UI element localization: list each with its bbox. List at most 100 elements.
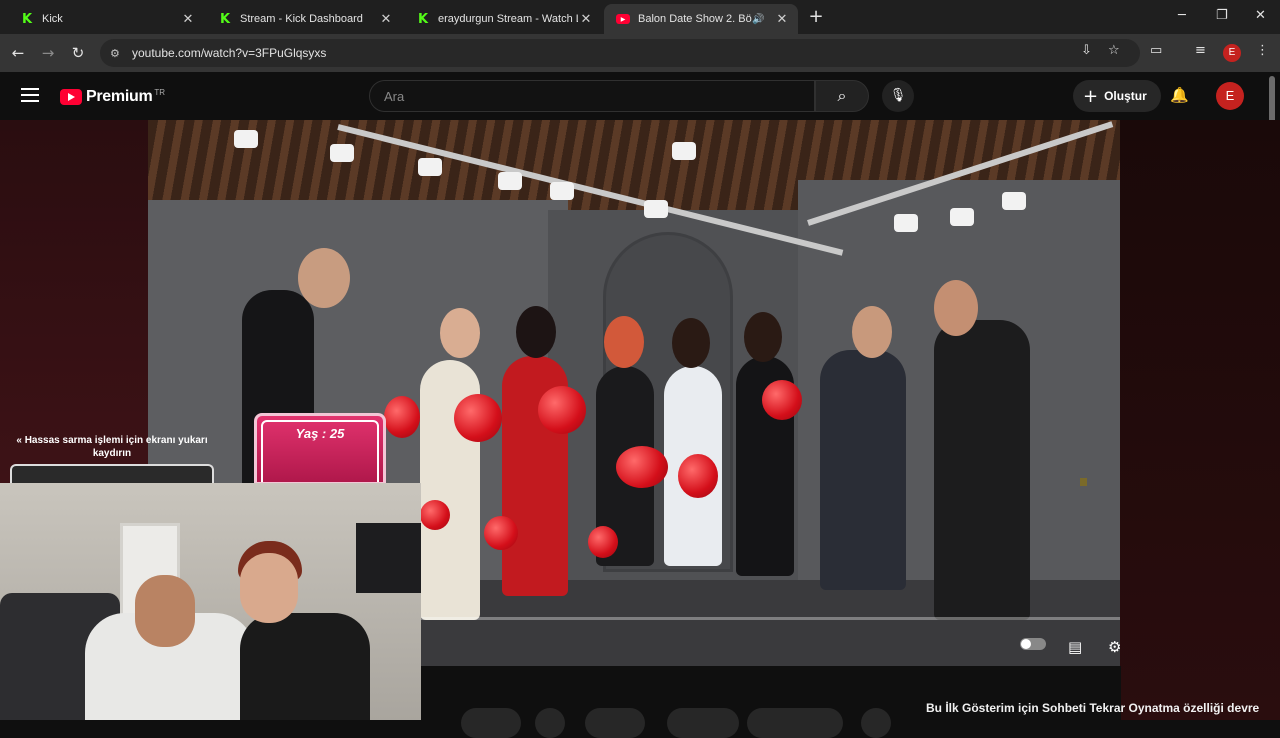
person-head (852, 306, 892, 358)
speaker-icon[interactable]: 🔊 (752, 14, 768, 25)
back-button[interactable]: ← (8, 43, 28, 63)
spotlight (894, 214, 918, 232)
media-controls-icon[interactable]: ≡ (1195, 43, 1206, 58)
browser-menu-icon[interactable]: ⋮ (1256, 43, 1269, 58)
bookmark-star-icon[interactable]: ☆ (1108, 43, 1120, 58)
ambient-right (1120, 120, 1280, 720)
settings-gear-icon[interactable]: ⚙ (1108, 638, 1120, 656)
spotlight (644, 200, 668, 218)
spotlight (330, 144, 354, 162)
close-icon[interactable]: ✕ (578, 12, 594, 27)
action-button[interactable] (535, 708, 565, 738)
red-balloon (454, 394, 502, 442)
red-balloon (616, 446, 668, 488)
microphone-icon: 🎙 (889, 88, 907, 103)
youtube-play-icon (60, 89, 82, 105)
browser-tab[interactable]: K Stream - Kick Dashboard ✕ (206, 4, 402, 34)
youtube-icon: ▶ (616, 14, 630, 24)
person-head (672, 318, 710, 368)
action-button[interactable] (585, 708, 645, 738)
red-balloon (384, 396, 420, 438)
browser-tab[interactable]: K Kick ✕ (8, 4, 204, 34)
channel-watermark-icon (1080, 478, 1087, 486)
webcam-person (240, 613, 370, 720)
logo-text: Premium (86, 88, 153, 105)
browser-tab[interactable]: K eraydurgun Stream - Watch Live ✕ (404, 4, 602, 34)
youtube-logo[interactable]: Premium TR (60, 88, 165, 106)
create-label: Oluştur (1104, 89, 1147, 103)
tab-title: eraydurgun Stream - Watch Live (438, 13, 578, 25)
spotlight (498, 172, 522, 190)
address-bar[interactable]: ⚙ youtube.com/watch?v=3FPuGlqsyxs (100, 39, 1140, 67)
red-balloon (484, 516, 518, 550)
webcam-tv (356, 523, 421, 593)
restore-icon[interactable]: ❐ (1216, 8, 1228, 23)
contestant (820, 350, 906, 590)
create-button[interactable]: + Oluştur (1073, 80, 1161, 112)
age-card-text: Yaş : 25 (295, 426, 345, 441)
close-icon[interactable]: ✕ (378, 12, 394, 27)
red-balloon (420, 500, 450, 530)
search-input[interactable] (369, 80, 815, 112)
logo-region: TR (154, 87, 166, 97)
autoplay-toggle[interactable] (1020, 638, 1046, 650)
close-icon[interactable]: ✕ (774, 12, 790, 27)
video-progress-bar[interactable] (420, 617, 1120, 620)
url-text: youtube.com/watch?v=3FPuGlqsyxs (132, 46, 327, 60)
action-button[interactable] (667, 708, 739, 738)
notifications-bell-icon[interactable]: 🔔 (1170, 86, 1189, 104)
kick-icon: K (417, 11, 429, 27)
spotlight (234, 130, 258, 148)
person-head (516, 306, 556, 358)
red-balloon (678, 454, 718, 498)
person-head (934, 280, 978, 336)
account-avatar[interactable]: E (1216, 82, 1244, 110)
plus-icon: + (1083, 85, 1099, 107)
site-info-icon[interactable]: ⚙ (110, 47, 126, 60)
youtube-header: Premium TR ⌕ 🎙 + Oluştur 🔔 E (0, 72, 1280, 120)
minimize-icon[interactable]: ─ (1178, 8, 1186, 23)
chat-replay-notice: Bu İlk Gösterim için Sohbeti Tekrar Oyna… (926, 701, 1260, 715)
browser-tab-strip: K Kick ✕ K Stream - Kick Dashboard ✕ K e… (0, 0, 1280, 34)
streamer-webcam (0, 483, 421, 720)
tab-title: Kick (42, 13, 63, 25)
kick-icon: K (219, 11, 231, 27)
like-button[interactable] (747, 708, 843, 738)
person-head (298, 248, 350, 308)
install-app-icon[interactable]: ⇩ (1081, 43, 1092, 58)
red-balloon (538, 386, 586, 434)
search-button[interactable]: ⌕ (815, 80, 869, 112)
spotlight (418, 158, 442, 176)
person-head (440, 308, 480, 358)
person-head (604, 316, 644, 368)
scroll-hint: « Hassas sarma işlemi için ekranı yukarı… (16, 435, 208, 459)
spotlight (550, 182, 574, 200)
browser-toolbar: ← → ↻ ⚙ youtube.com/watch?v=3FPuGlqsyxs … (0, 34, 1280, 72)
tab-title: Balon Date Show 2. Bölüm (638, 13, 752, 25)
reload-button[interactable]: ↻ (68, 43, 88, 63)
window-close-icon[interactable]: ✕ (1255, 8, 1266, 23)
browser-tab-active[interactable]: ▶ Balon Date Show 2. Bölüm 🔊 ✕ (604, 4, 798, 34)
age-card-overlay: Yaş : 25 (254, 413, 386, 485)
menu-icon[interactable] (21, 88, 39, 102)
browser-profile-avatar[interactable]: E (1223, 44, 1241, 62)
spotlight (1002, 192, 1026, 210)
person-head (744, 312, 782, 362)
spotlight (950, 208, 974, 226)
kick-icon: K (21, 11, 33, 27)
contestant (934, 320, 1030, 620)
forward-button[interactable]: → (38, 43, 58, 63)
tab-title: Stream - Kick Dashboard (240, 13, 363, 25)
cast-icon[interactable]: ▭ (1150, 43, 1162, 58)
new-tab-button[interactable]: + (806, 7, 826, 27)
webcam-person-head (240, 553, 298, 623)
red-balloon (588, 526, 618, 558)
subtitles-icon[interactable]: ▤ (1068, 638, 1082, 656)
close-icon[interactable]: ✕ (180, 12, 196, 27)
voice-search-button[interactable]: 🎙 (882, 80, 914, 112)
red-balloon (762, 380, 802, 420)
more-button[interactable] (861, 708, 891, 738)
share-button[interactable] (461, 708, 521, 738)
spotlight (672, 142, 696, 160)
search-icon: ⌕ (837, 86, 847, 105)
